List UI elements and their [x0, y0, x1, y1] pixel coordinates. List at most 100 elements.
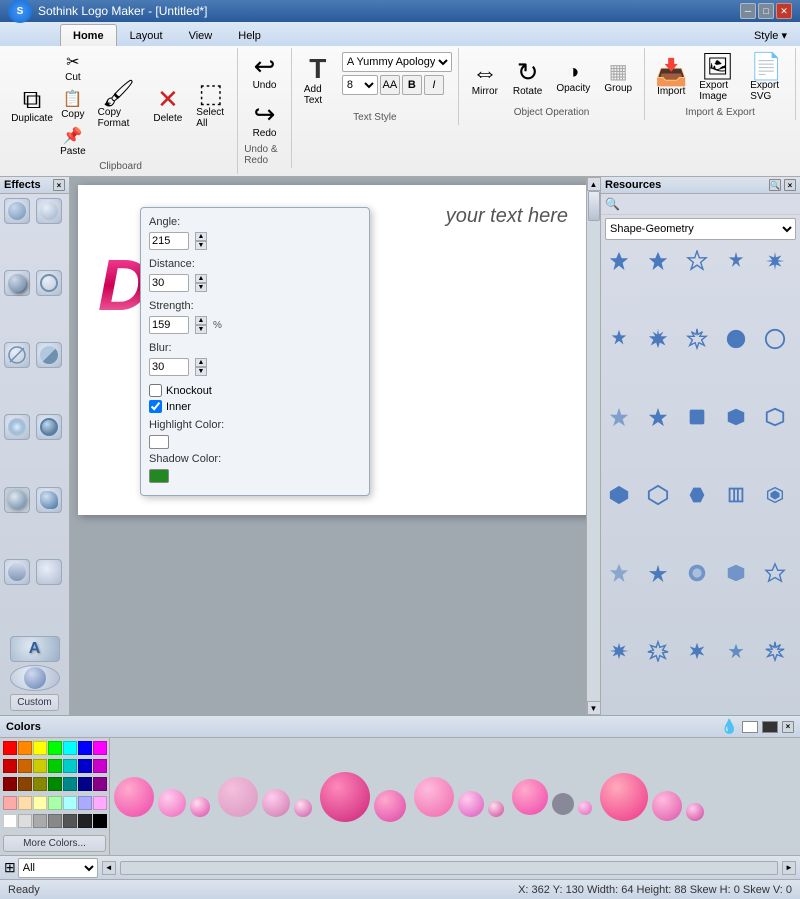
shape-item[interactable]: [604, 246, 634, 276]
angle-input[interactable]: [149, 232, 189, 250]
color-cell[interactable]: [3, 777, 17, 791]
distance-up[interactable]: ▲: [195, 274, 207, 283]
color-cell[interactable]: [18, 741, 32, 755]
strength-input[interactable]: [149, 316, 189, 334]
text-effect-button[interactable]: A: [10, 636, 60, 662]
shape-item[interactable]: [682, 324, 712, 354]
color-cell[interactable]: [33, 741, 47, 755]
shape-item[interactable]: [682, 480, 712, 510]
add-text-button[interactable]: T Add Text: [298, 50, 338, 110]
select-all-button[interactable]: ⬚ Select All: [190, 77, 231, 132]
shape-item[interactable]: [643, 402, 673, 432]
color-cell[interactable]: [3, 741, 17, 755]
color-cell[interactable]: [18, 759, 32, 773]
shape-item[interactable]: [721, 246, 751, 276]
vscroll-down[interactable]: ▼: [587, 701, 601, 715]
distance-down[interactable]: ▼: [195, 283, 207, 292]
color-cell[interactable]: [33, 759, 47, 773]
blur-input[interactable]: [149, 358, 189, 376]
color-cell[interactable]: [63, 796, 77, 810]
color-cell[interactable]: [48, 741, 62, 755]
bold-button[interactable]: B: [402, 75, 422, 95]
effect-btn-11[interactable]: [4, 559, 30, 585]
shape-item[interactable]: [643, 324, 673, 354]
more-colors-button[interactable]: More Colors...: [3, 835, 106, 852]
tab-view[interactable]: View: [176, 24, 226, 46]
angle-down[interactable]: ▼: [195, 241, 207, 250]
export-svg-button[interactable]: 📄 Export SVG: [744, 50, 789, 105]
mirror-button[interactable]: ⇔ Mirror: [465, 56, 505, 100]
color-cell[interactable]: [63, 814, 77, 828]
shape-item[interactable]: [643, 636, 673, 666]
color-cell[interactable]: [33, 777, 47, 791]
shape-item[interactable]: [760, 324, 790, 354]
shape-item[interactable]: [721, 324, 751, 354]
color-cell[interactable]: [63, 777, 77, 791]
effect-btn-8[interactable]: [36, 414, 62, 440]
copy-format-button[interactable]: 🖌 Copy Format: [92, 77, 146, 132]
shape-item[interactable]: [682, 636, 712, 666]
scroll-left-button[interactable]: ◄: [102, 861, 116, 875]
effect-btn-2[interactable]: [36, 198, 62, 224]
shape-item[interactable]: [760, 558, 790, 588]
color-cell[interactable]: [18, 777, 32, 791]
effect-btn-4[interactable]: [36, 270, 62, 296]
effect-btn-10[interactable]: [36, 487, 62, 513]
color-cell[interactable]: [33, 814, 47, 828]
shape-item[interactable]: [682, 402, 712, 432]
strength-up[interactable]: ▲: [195, 316, 207, 325]
effect-btn-12[interactable]: [36, 559, 62, 585]
tab-layout[interactable]: Layout: [117, 24, 176, 46]
resources-search-icon[interactable]: 🔍: [769, 179, 781, 191]
effect-btn-6[interactable]: [36, 342, 62, 368]
custom-button[interactable]: Custom: [10, 694, 58, 711]
tab-help[interactable]: Help: [225, 24, 274, 46]
paste-button[interactable]: 📌 Paste: [56, 124, 90, 159]
import-button[interactable]: 📥 Import: [651, 56, 691, 100]
shape-item[interactable]: [721, 402, 751, 432]
effect-btn-7[interactable]: [4, 414, 30, 440]
minimize-button[interactable]: ─: [740, 3, 756, 19]
knockout-checkbox-row[interactable]: Knockout: [149, 384, 361, 397]
shape-item[interactable]: [760, 480, 790, 510]
shape-item[interactable]: [604, 636, 634, 666]
inner-checkbox[interactable]: [149, 400, 162, 413]
scroll-right-button[interactable]: ►: [782, 861, 796, 875]
color-cell[interactable]: [63, 759, 77, 773]
color-cell[interactable]: [93, 777, 107, 791]
shape-item[interactable]: [760, 636, 790, 666]
color-cell[interactable]: [48, 777, 62, 791]
duplicate-button[interactable]: ⧉ Duplicate: [10, 83, 54, 127]
color-cell[interactable]: [78, 759, 92, 773]
strength-down[interactable]: ▼: [195, 325, 207, 334]
shadow-color-swatch[interactable]: [149, 469, 169, 483]
effect-btn-circle-large[interactable]: [10, 665, 60, 691]
font-size-select[interactable]: 8: [342, 75, 378, 95]
distance-input[interactable]: [149, 274, 189, 292]
color-cell[interactable]: [18, 814, 32, 828]
inner-checkbox-row[interactable]: Inner: [149, 400, 361, 413]
effect-btn-9[interactable]: [4, 487, 30, 513]
color-cell[interactable]: [78, 777, 92, 791]
color-cell[interactable]: [48, 814, 62, 828]
category-select[interactable]: Shape-Geometry: [605, 218, 796, 240]
color-cell[interactable]: [48, 796, 62, 810]
bottom-hscrollbar[interactable]: [120, 861, 778, 875]
italic-button[interactable]: I: [424, 75, 444, 95]
vscroll-thumb[interactable]: [588, 191, 600, 221]
shape-item[interactable]: [682, 558, 712, 588]
effect-btn-5[interactable]: [4, 342, 30, 368]
color-cell[interactable]: [93, 796, 107, 810]
angle-up[interactable]: ▲: [195, 232, 207, 241]
shape-item[interactable]: [721, 636, 751, 666]
resources-pin-button[interactable]: ×: [784, 179, 796, 191]
highlight-color-swatch[interactable]: [149, 435, 169, 449]
shape-item[interactable]: [682, 246, 712, 276]
close-button[interactable]: ✕: [776, 3, 792, 19]
colors-pin-button[interactable]: ×: [782, 721, 794, 733]
vscroll-up[interactable]: ▲: [587, 177, 601, 191]
shape-item[interactable]: [643, 558, 673, 588]
eyedropper-icon[interactable]: 💧: [721, 718, 738, 735]
color-cell[interactable]: [78, 814, 92, 828]
effect-btn-3[interactable]: [4, 270, 30, 296]
